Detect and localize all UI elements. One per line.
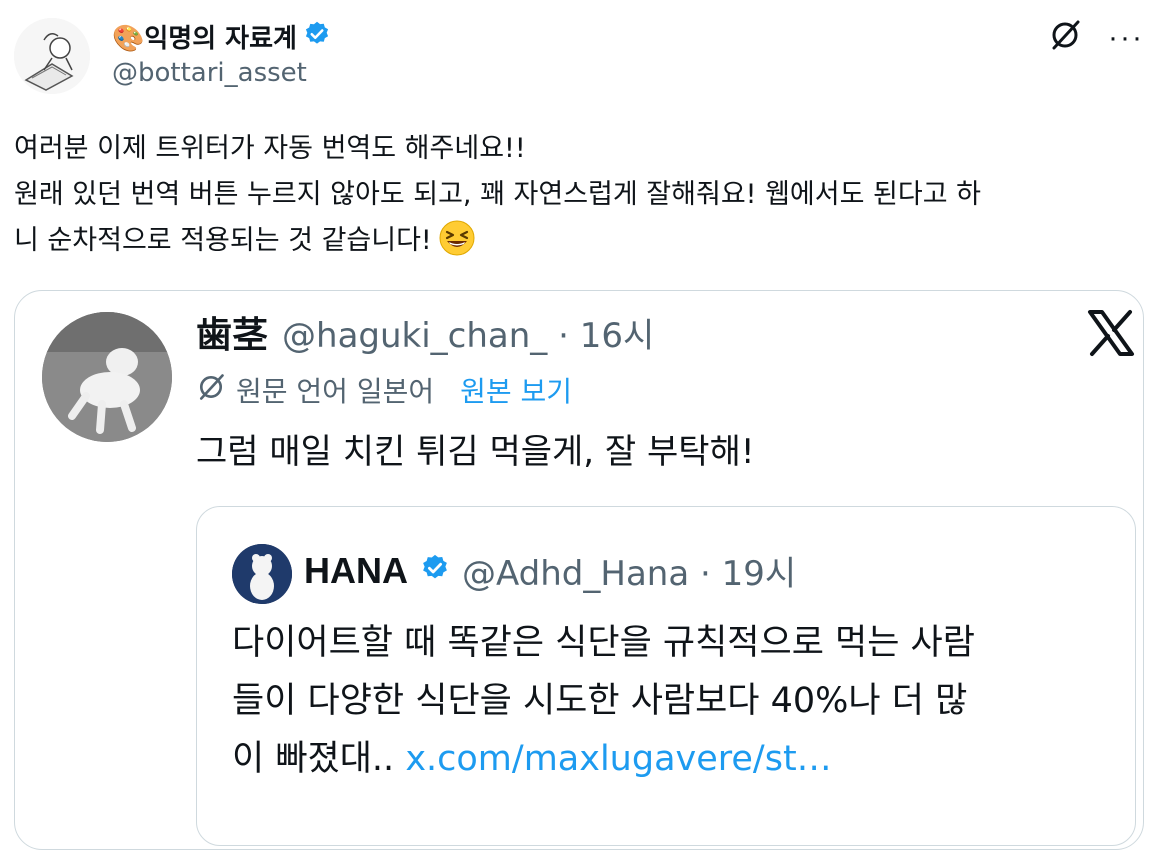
nested-tweet-link[interactable]: x.com/maxlugavere/st…	[405, 739, 831, 779]
author-name-row[interactable]: 🎨익명의 자료계	[112, 18, 331, 54]
x-logo-icon	[1086, 308, 1136, 358]
nested-line-1: 다이어트할 때 똑같은 식단을 규칙적으로 먹는 사람	[232, 623, 975, 663]
quoted-tweet-text: 그럼 매일 치킨 튀김 먹을게, 잘 부탁해!	[196, 432, 755, 472]
nested-line-2: 들이 다양한 식단을 시도한 사람보다 40%나 더 많	[232, 681, 968, 721]
grinning-squinting-face-icon	[438, 219, 476, 257]
tweet-body: 여러분 이제 트위터가 자동 번역도 해주네요!! 원래 있던 번역 버튼 누르…	[14, 126, 1144, 264]
quoted-author-avatar[interactable]	[42, 312, 172, 442]
quoted-author-name[interactable]: 歯茎	[196, 306, 268, 358]
translate-slash-icon[interactable]	[1048, 18, 1082, 57]
nested-tweet-text: 다이어트할 때 똑같은 식단을 규칙적으로 먹는 사람 들이 다양한 식단을 시…	[232, 614, 1112, 788]
verified-badge-icon	[420, 553, 450, 588]
tweet-line-1: 여러분 이제 트위터가 자동 번역도 해주네요!!	[14, 133, 526, 164]
author-name[interactable]: 🎨익명의 자료계	[112, 18, 297, 55]
translation-notice: 원문 언어 일본어 원본 보기	[196, 370, 572, 410]
tweet-line-3: 니 순차적으로 적용되는 것 같습니다!	[14, 218, 1144, 264]
nested-author-name[interactable]: HANA	[304, 550, 408, 592]
tweet-line-2: 원래 있던 번역 버튼 누르지 않아도 되고, 꽤 자연스럽게 잘해줘요! 웹에…	[14, 179, 981, 210]
translation-language-label: 원문 언어 일본어	[236, 375, 435, 408]
nested-line-3: 이 빠졌대.. x.com/maxlugavere/st…	[232, 739, 832, 779]
more-options-button[interactable]: ···	[1108, 22, 1144, 53]
view-original-link[interactable]: 원본 보기	[460, 370, 572, 410]
quoted-author-handle-time[interactable]: @haguki_chan_ · 16시	[282, 308, 654, 357]
nested-author-handle-time[interactable]: @Adhd_Hana · 19시	[462, 546, 796, 595]
top-actions: ···	[1048, 18, 1144, 57]
author-avatar[interactable]	[14, 18, 90, 94]
verified-badge-icon	[303, 20, 331, 53]
nested-author-avatar[interactable]	[232, 544, 292, 604]
translate-slash-icon	[196, 372, 226, 409]
quoted-author-row[interactable]: 歯茎 @haguki_chan_ · 16시	[196, 306, 654, 358]
nested-author-row[interactable]: HANA @Adhd_Hana · 19시	[304, 546, 796, 595]
author-handle[interactable]: @bottari_asset	[112, 58, 307, 88]
